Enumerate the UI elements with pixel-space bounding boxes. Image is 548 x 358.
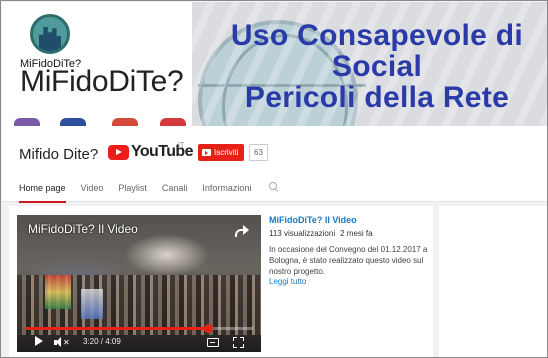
video-player[interactable]: MiFidoDiTe? Il Video ✕ 3:20 / 4:09 (17, 215, 261, 352)
social-icons-strip (10, 118, 210, 126)
player-controls: ✕ 3:20 / 4:09 (17, 333, 261, 352)
banner-title-line-2: Social (331, 50, 423, 83)
tab-video[interactable]: Video (81, 182, 104, 202)
video-info: MiFidoDiTe? Il Video 113 visualizzazioni… (269, 215, 429, 286)
video-meta: 113 visualizzazioni 2 mesi fa (269, 229, 429, 238)
channel-banner: MiFidoDiTe? MiFidoDiTe? Uso Consapevole … (2, 2, 547, 126)
tab-playlist[interactable]: Playlist (118, 182, 147, 202)
youtube-region: IT (178, 142, 185, 149)
city-skyline-icon (30, 14, 70, 54)
subtitles-icon[interactable] (207, 338, 219, 347)
channel-tabs: Home page Video Playlist Canali Informaz… (19, 182, 280, 203)
banner-logo-area: MiFidoDiTe? MiFidoDiTe? (2, 2, 192, 126)
video-flag (81, 289, 103, 319)
featured-video-card: MiFidoDiTe? Il Video ✕ 3:20 / 4:09 MiFid… (9, 206, 433, 357)
banner-title-line-1: Uso Consapevole di (230, 19, 524, 52)
instagram-icon[interactable] (14, 118, 40, 126)
banner-title-line-3: Pericoli della Rete (244, 81, 510, 114)
subscriber-count: 63 (249, 144, 268, 161)
tab-about[interactable]: Informazioni (202, 182, 251, 202)
progress-fill (25, 327, 209, 330)
channel-name[interactable]: Mifido Dite? (19, 146, 98, 163)
player-title[interactable]: MiFidoDiTe? Il Video (28, 222, 138, 236)
tab-home[interactable]: Home page (19, 182, 66, 203)
subscribe-label: Iscriviti (214, 148, 239, 157)
mute-x-icon: ✕ (63, 338, 70, 347)
search-icon[interactable] (268, 182, 280, 194)
view-count: 113 visualizzazioni (269, 229, 336, 238)
sidebar-panel (439, 206, 547, 357)
progress-bar[interactable] (25, 324, 253, 333)
fullscreen-icon[interactable] (233, 337, 244, 348)
video-title-link[interactable]: MiFidoDiTe? Il Video (269, 215, 429, 225)
channel-wordmark: MiFidoDiTe? (20, 65, 184, 98)
play-icon[interactable] (35, 336, 43, 346)
facebook-icon[interactable] (60, 118, 86, 126)
subscribe-button[interactable]: Iscriviti (198, 144, 245, 161)
share-icon[interactable] (235, 224, 249, 237)
channel-header: Mifido Dite? YouTube IT Iscriviti 63 Hom… (2, 126, 547, 203)
video-description: In occasione del Convegno del 01.12.2017… (269, 245, 428, 276)
progress-scrubber[interactable] (204, 324, 214, 333)
tab-channels[interactable]: Canali (162, 182, 188, 202)
channel-logo[interactable]: MiFidoDiTe? (18, 14, 96, 72)
google-plus-icon[interactable] (112, 118, 138, 126)
youtube-subscribe-icon (202, 149, 211, 156)
read-more-link[interactable]: Leggi tutto (269, 277, 429, 286)
upload-age: 2 mesi fa (340, 229, 373, 238)
time-display: 3:20 / 4:09 (83, 337, 121, 346)
youtube-logo[interactable]: YouTube IT (108, 142, 193, 164)
browser-frame: MiFidoDiTe? MiFidoDiTe? Uso Consapevole … (0, 0, 548, 358)
banner-artwork: Uso Consapevole di Social Pericoli della… (192, 2, 547, 126)
banner-title: Uso Consapevole di Social Pericoli della… (212, 20, 542, 113)
youtube-social-icon[interactable] (160, 118, 186, 126)
video-flag (45, 275, 71, 309)
youtube-play-icon (108, 145, 129, 160)
